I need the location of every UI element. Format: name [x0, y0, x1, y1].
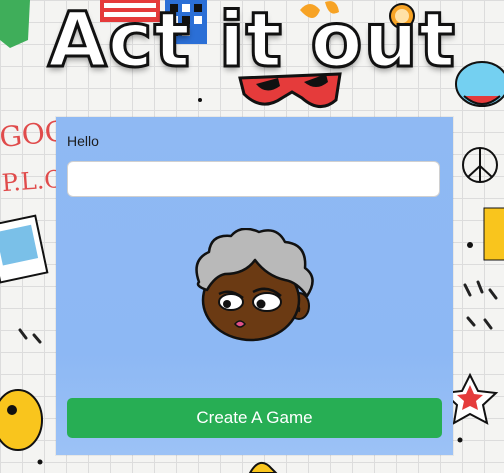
create-game-button[interactable]: Create A Game: [67, 398, 442, 438]
create-game-panel: Hello Create A Game: [56, 117, 453, 455]
greeting-label: Hello: [67, 133, 99, 149]
app-stage: GOGO P.L.O Act it out Hello Create A Gam…: [0, 0, 504, 473]
name-input[interactable]: [67, 161, 440, 197]
avatar-character-icon: [195, 228, 314, 342]
page-title: Act it out: [46, 0, 457, 84]
